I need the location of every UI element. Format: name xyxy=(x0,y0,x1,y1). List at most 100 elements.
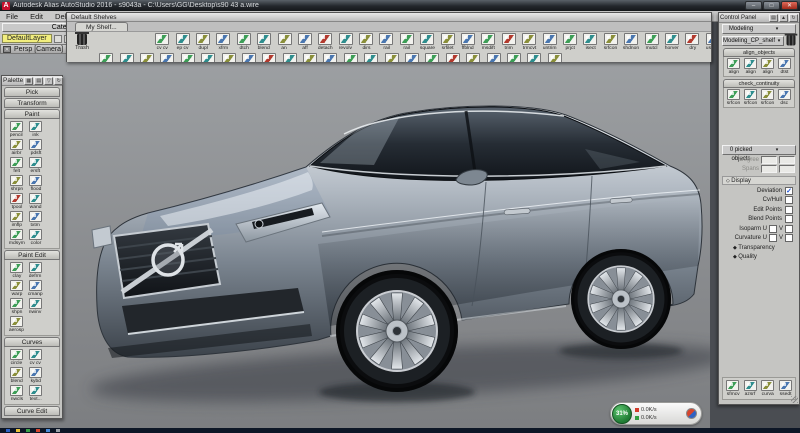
shelf-tool[interactable] xyxy=(280,53,300,62)
shelf-tool[interactable]: dtch xyxy=(234,33,254,51)
palette-tool[interactable]: shrpn xyxy=(7,175,26,192)
control-panel-titlebar[interactable]: Control Panel ▤▲↻ xyxy=(719,13,799,23)
shelf-tool[interactable] xyxy=(239,53,259,62)
shelf-tool[interactable] xyxy=(96,53,116,62)
palette-tool[interactable]: ersft xyxy=(26,157,45,174)
shelf-tool[interactable]: shdnon xyxy=(621,33,641,51)
shelf-tool[interactable] xyxy=(300,53,320,62)
tab-paint[interactable]: Paint xyxy=(4,109,60,119)
shelf-tool[interactable]: dupl xyxy=(193,33,213,51)
shelf-tool[interactable] xyxy=(402,53,422,62)
taskbar-app-icon[interactable] xyxy=(56,429,60,432)
cp-tool[interactable]: ssedt xyxy=(777,380,795,397)
tab-pick[interactable]: Pick xyxy=(4,87,60,97)
palette-tool[interactable]: flood xyxy=(26,175,45,192)
shelf-tool[interactable]: square xyxy=(417,33,437,51)
palette-tool[interactable]: pdsft xyxy=(26,139,45,156)
palette-titlebar-button[interactable]: ↻ xyxy=(54,77,63,85)
shelf-tool[interactable] xyxy=(361,53,381,62)
shelf-tool[interactable]: msdift xyxy=(478,33,498,51)
display-u-checkbox[interactable] xyxy=(769,234,777,242)
shelf-tool[interactable]: srfcon xyxy=(601,33,621,51)
palette-tool[interactable]: text... xyxy=(26,385,45,402)
taskbar-app-icon[interactable] xyxy=(36,429,40,432)
palette-tool[interactable]: cv cv xyxy=(26,349,45,366)
shelf-tool[interactable]: aff xyxy=(295,33,315,51)
display-option-checkbox[interactable]: ✓ xyxy=(785,187,793,195)
perspective-viewport[interactable]: 31% 0.0K/s 0.0K/s xyxy=(0,54,710,428)
palette-tool[interactable]: kybd xyxy=(26,367,45,384)
palette-tool[interactable]: txtm xyxy=(26,211,45,228)
palette-tool[interactable]: clay xyxy=(7,262,26,279)
shelf-tool[interactable]: ep cv xyxy=(172,33,192,51)
palette-titlebar-button[interactable]: ▽ xyxy=(44,77,53,85)
shelf-tool[interactable] xyxy=(422,53,442,62)
control-panel-titlebar-button[interactable]: ▤ xyxy=(769,14,778,22)
resource-monitor-widget[interactable]: 31% 0.0K/s 0.0K/s xyxy=(610,402,702,425)
shelf-tool[interactable]: untrim xyxy=(539,33,559,51)
shelf-tool[interactable] xyxy=(524,53,544,62)
palette-tool[interactable]: imflp xyxy=(7,211,26,228)
shelf-tool[interactable] xyxy=(545,53,565,62)
shelf-tool[interactable] xyxy=(137,53,157,62)
palette-tool[interactable]: color xyxy=(26,229,45,246)
cp-tool[interactable]: dtst xyxy=(776,58,793,75)
shelf-tool[interactable]: rail xyxy=(397,33,417,51)
tab-transform[interactable]: Transform xyxy=(4,98,60,108)
display-u-checkbox[interactable] xyxy=(769,225,777,233)
palette-tool[interactable]: ink xyxy=(26,121,45,138)
shelf-tool[interactable]: revolv xyxy=(336,33,356,51)
shelves-window-titlebar[interactable]: Default Shelves xyxy=(67,13,711,22)
cp-tool[interactable]: dsc xyxy=(776,89,793,106)
palette-window[interactable]: Palette ▦▤▽↻ Pick Transform Paint pencil… xyxy=(1,75,63,419)
palette-tool[interactable]: mdsym xyxy=(7,229,26,246)
cp-trash-icon[interactable] xyxy=(787,36,796,46)
palette-tool[interactable]: airbr xyxy=(7,139,26,156)
shelf-tool[interactable]: mutcl xyxy=(641,33,661,51)
shelf-tool[interactable]: srfilet xyxy=(437,33,457,51)
display-v-checkbox[interactable] xyxy=(785,234,793,242)
shelf-tool[interactable]: dirs xyxy=(356,33,376,51)
cp-tool[interactable]: align xyxy=(742,58,759,75)
cp-tool[interactable]: curva xyxy=(759,380,777,397)
tab-check-continuity[interactable]: check_continuity xyxy=(723,79,795,88)
tab-align-objects[interactable]: align_objects xyxy=(723,48,795,57)
shelf-tool[interactable] xyxy=(218,53,238,62)
cp-tool[interactable]: align xyxy=(759,58,776,75)
shelf-tool[interactable]: trim xyxy=(499,33,519,51)
display-option-checkbox[interactable] xyxy=(785,206,793,214)
shelf-tool[interactable]: dry xyxy=(682,33,702,51)
display-option-checkbox[interactable] xyxy=(785,196,793,204)
display-section-header[interactable]: Display xyxy=(722,176,796,185)
maximize-button[interactable]: □ xyxy=(763,1,780,10)
shelf-tool[interactable]: detach xyxy=(315,33,335,51)
control-panel-titlebar-button[interactable]: ▲ xyxy=(779,14,788,22)
cp-tool[interactable]: srfcon xyxy=(742,89,759,106)
control-panel-titlebar-button[interactable]: ↻ xyxy=(789,14,798,22)
palette-tool[interactable]: cmanp xyxy=(26,280,45,297)
spans-field-v[interactable] xyxy=(779,165,795,173)
minimize-button[interactable]: – xyxy=(745,1,762,10)
palette-tool[interactable]: blend xyxy=(7,367,26,384)
control-panel-window[interactable]: Control Panel ▤▲↻ Modeling ▾ Modeling_CP… xyxy=(718,12,800,405)
taskbar-app-icon[interactable] xyxy=(16,429,20,432)
tab-curve-edit[interactable]: Curve Edit xyxy=(4,406,60,416)
palette-tool[interactable]: nwinv xyxy=(26,298,45,315)
shelf-tool[interactable] xyxy=(259,53,279,62)
shelf-tool[interactable] xyxy=(341,53,361,62)
degree-field-u[interactable] xyxy=(761,156,777,164)
cp-tool[interactable]: srfcon xyxy=(759,89,776,106)
display-option-checkbox[interactable] xyxy=(785,215,793,223)
shelf-tool[interactable] xyxy=(320,53,340,62)
shelf-tool[interactable]: an xyxy=(274,33,294,51)
palette-titlebar-button[interactable]: ▦ xyxy=(24,77,33,85)
palette-tool[interactable]: nwcls xyxy=(7,385,26,402)
default-layer-chip[interactable]: DefaultLayer xyxy=(2,34,52,43)
palette-tool[interactable]: circle xyxy=(7,349,26,366)
taskbar-app-icon[interactable] xyxy=(46,429,50,432)
palette-tool[interactable]: aerosp xyxy=(7,316,26,333)
cp-tool[interactable]: azsrf xyxy=(742,380,760,397)
palette-tool[interactable]: defrm xyxy=(26,262,45,279)
cp-tool[interactable]: sfmcv xyxy=(724,380,742,397)
cp-shelf-dropdown[interactable]: Modeling_CP_shelf ▾ xyxy=(722,36,784,46)
